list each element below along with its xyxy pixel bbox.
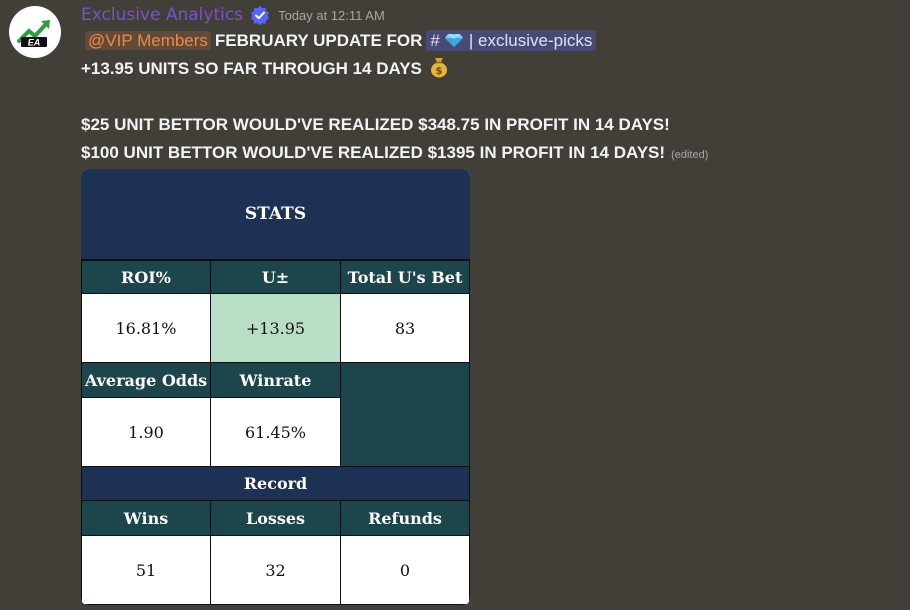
author-name[interactable]: Exclusive Analytics — [81, 5, 243, 25]
message-header: Exclusive Analytics Today at 12:11 AM — [81, 3, 901, 27]
header-refunds: Refunds — [340, 500, 470, 536]
header-average-odds: Average Odds — [81, 362, 211, 398]
header-roi: ROI% — [81, 260, 211, 294]
line2-text: +13.95 UNITS SO FAR THROUGH 14 DAYS — [81, 59, 422, 78]
message-line-3: $25 UNIT BETTOR WOULD'VE REALIZED $348.7… — [81, 111, 901, 139]
author-avatar[interactable]: EA — [9, 6, 61, 58]
message-line-2: +13.95 UNITS SO FAR THROUGH 14 DAYS $ — [81, 55, 901, 83]
stats-title: STATS — [81, 169, 470, 261]
svg-text:EA: EA — [28, 38, 41, 48]
channel-divider: | — [468, 31, 474, 50]
empty-cell — [340, 362, 470, 467]
message: Exclusive Analytics Today at 12:11 AM @V… — [81, 3, 901, 167]
line3-text: $25 UNIT BETTOR WOULD'VE REALIZED $348.7… — [81, 115, 670, 134]
value-total-units: 83 — [340, 293, 470, 363]
record-title: Record — [81, 466, 470, 501]
value-average-odds: 1.90 — [81, 397, 211, 467]
verified-check-icon — [250, 5, 270, 25]
line1-text: FEBRUARY UPDATE FOR — [214, 31, 423, 50]
timestamp[interactable]: Today at 12:11 AM — [278, 8, 385, 23]
header-units: U± — [210, 260, 341, 294]
growth-logo-icon: EA — [17, 20, 50, 48]
gem-icon — [444, 33, 463, 47]
header-wins: Wins — [81, 500, 211, 536]
channel-mention[interactable]: # | exclusive-picks — [426, 30, 597, 51]
svg-text:$: $ — [435, 66, 442, 77]
line4-text: $100 UNIT BETTOR WOULD'VE REALIZED $1395… — [81, 143, 666, 162]
header-losses: Losses — [210, 500, 341, 536]
value-wins: 51 — [81, 535, 211, 605]
money-bag-icon: $ — [430, 58, 447, 78]
header-winrate: Winrate — [210, 362, 341, 398]
channel-name: exclusive-picks — [478, 31, 593, 50]
role-mention[interactable]: @VIP Members — [85, 31, 211, 50]
header-total-units: Total U's Bet — [340, 260, 470, 294]
value-refunds: 0 — [340, 535, 470, 605]
value-winrate: 61.45% — [210, 397, 341, 467]
stats-image[interactable]: STATS ROI% U± Total U's Bet 16.81% +13.9… — [81, 169, 470, 605]
value-units: +13.95 — [210, 293, 341, 363]
message-line-1: @VIP Members FEBRUARY UPDATE FOR # | exclus… — [81, 27, 901, 55]
message-line-4: $100 UNIT BETTOR WOULD'VE REALIZED $1395… — [81, 139, 901, 167]
value-roi: 16.81% — [81, 293, 211, 363]
value-losses: 32 — [210, 535, 341, 605]
edited-label: (edited) — [671, 149, 709, 161]
channel-hash: # — [430, 31, 440, 50]
